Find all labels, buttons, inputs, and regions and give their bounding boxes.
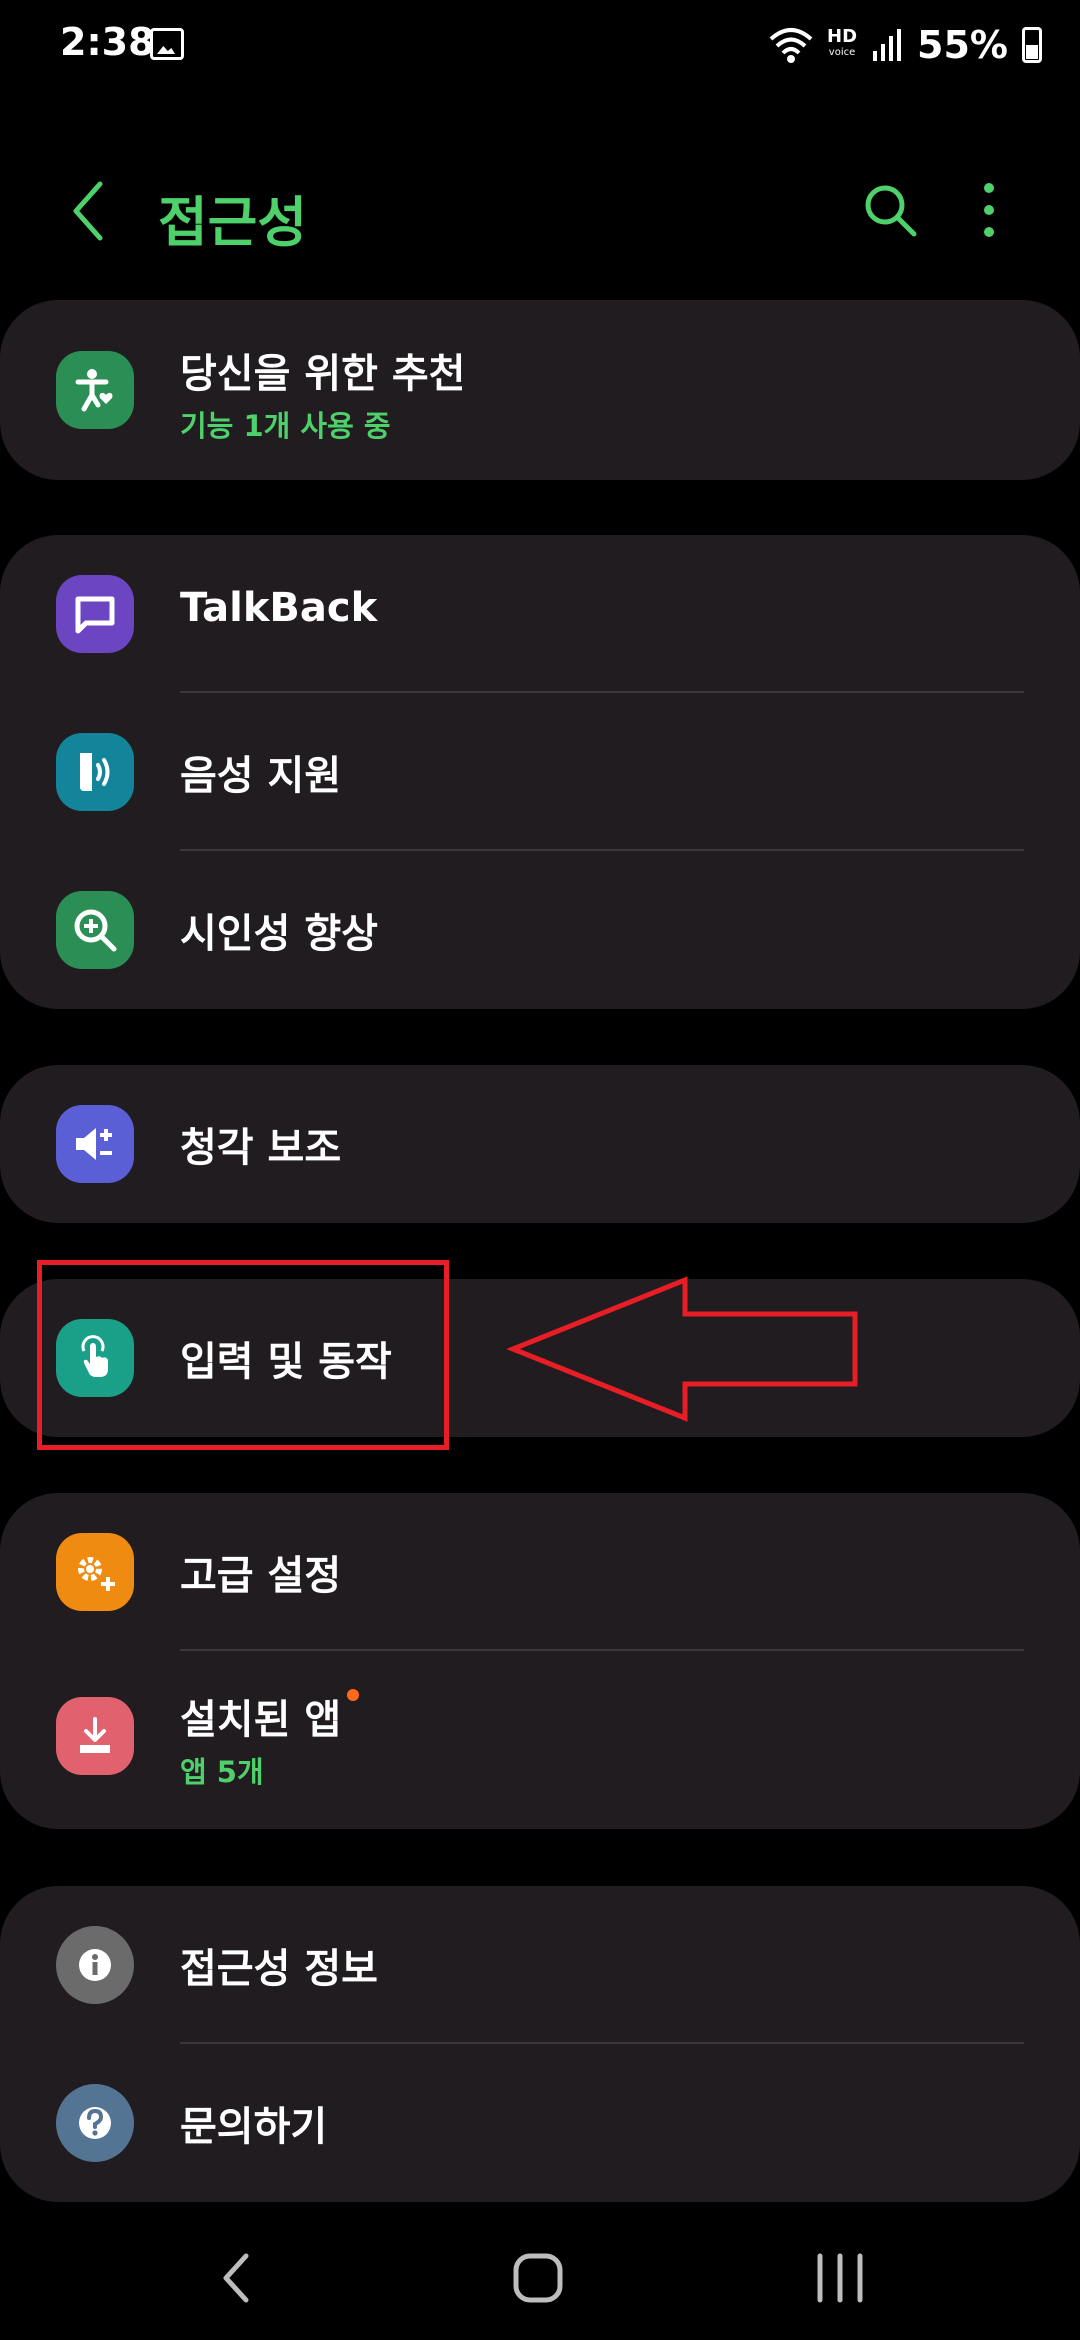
navigation-bar xyxy=(0,2220,1080,2340)
nav-home-icon[interactable] xyxy=(500,2238,580,2318)
voice-assistant-row[interactable]: 음성 지원 xyxy=(0,693,1080,851)
new-badge-dot xyxy=(347,1689,360,1701)
contact-us-label: 문의하기 xyxy=(180,2104,328,2150)
info-icon xyxy=(56,1926,134,2004)
about-card: 접근성 정보 문의하기 xyxy=(0,1886,1080,2202)
app-header: 접근성 xyxy=(0,150,1080,270)
recommended-row[interactable]: 당신을 위한 추천 기능 1개 사용 중 xyxy=(0,311,1080,469)
highlight-arrow xyxy=(506,1276,858,1422)
gallery-notification-icon xyxy=(150,28,184,60)
highlight-box xyxy=(37,1260,449,1450)
accessibility-person-heart-icon xyxy=(56,351,134,429)
about-accessibility-row[interactable]: 접근성 정보 xyxy=(0,1886,1080,2044)
status-time: 2:38 xyxy=(60,20,155,64)
status-icons: HD voice 55% xyxy=(769,20,1042,70)
advanced-card: 고급 설정 설치된 앱 앱 5개 xyxy=(0,1493,1080,1829)
advanced-settings-row[interactable]: 고급 설정 xyxy=(0,1493,1080,1651)
status-bar: 2:38 HD voice 55% xyxy=(0,0,1080,95)
recommended-subtitle: 기능 1개 사용 중 xyxy=(180,409,391,443)
talkback-row[interactable]: TalkBack xyxy=(0,535,1080,693)
sound-waves-icon xyxy=(56,733,134,811)
back-arrow-icon[interactable] xyxy=(62,178,122,244)
battery-percent: 55% xyxy=(917,23,1008,67)
gears-plus-icon xyxy=(56,1533,134,1611)
nav-recents-icon[interactable] xyxy=(800,2238,880,2318)
advanced-settings-label: 고급 설정 xyxy=(180,1553,342,1599)
hd-voice-icon: HD voice xyxy=(827,26,858,59)
more-options-icon[interactable] xyxy=(966,180,1012,240)
page-title: 접근성 xyxy=(158,191,308,254)
hearing-card: 청각 보조 xyxy=(0,1065,1080,1223)
voice-assistant-label: 음성 지원 xyxy=(180,753,342,799)
speaker-plus-minus-icon xyxy=(56,1105,134,1183)
hearing-row[interactable]: 청각 보조 xyxy=(0,1065,1080,1223)
recommended-label: 당신을 위한 추천 xyxy=(180,351,466,397)
installed-apps-row[interactable]: 설치된 앱 앱 5개 xyxy=(0,1651,1080,1829)
vision-card: TalkBack 음성 지원 시인성 향상 xyxy=(0,535,1080,1009)
about-accessibility-label: 접근성 정보 xyxy=(180,1946,378,1992)
speech-bubble-icon xyxy=(56,575,134,653)
battery-icon xyxy=(1022,27,1042,63)
installed-apps-subtitle: 앱 5개 xyxy=(180,1755,264,1789)
contact-us-row[interactable]: 문의하기 xyxy=(0,2044,1080,2202)
question-icon xyxy=(56,2084,134,2162)
download-tray-icon xyxy=(56,1697,134,1775)
visibility-row[interactable]: 시인성 향상 xyxy=(0,851,1080,1009)
magnifier-plus-icon xyxy=(56,891,134,969)
installed-apps-label: 설치된 앱 xyxy=(180,1687,360,1745)
hearing-label: 청각 보조 xyxy=(180,1125,342,1171)
nav-back-icon[interactable] xyxy=(200,2238,280,2318)
wifi-icon xyxy=(769,28,813,63)
visibility-label: 시인성 향상 xyxy=(180,911,378,957)
talkback-label: TalkBack xyxy=(180,585,378,631)
signal-icon xyxy=(873,29,902,61)
recommended-card: 당신을 위한 추천 기능 1개 사용 중 xyxy=(0,300,1080,480)
search-icon[interactable] xyxy=(860,180,920,240)
